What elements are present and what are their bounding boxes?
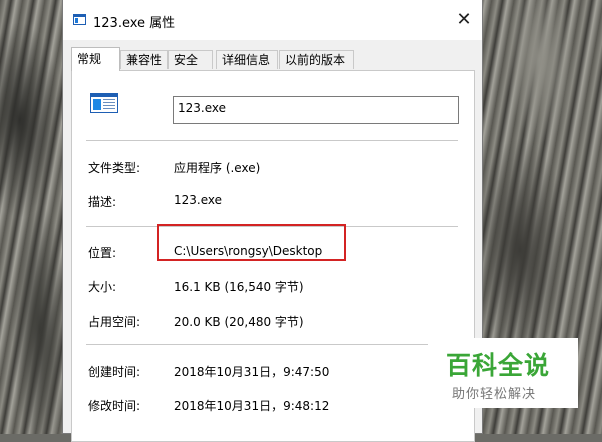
description-value: 123.exe bbox=[174, 193, 223, 207]
modified-value: 2018年10月31日，9:48:12 bbox=[174, 399, 330, 413]
divider bbox=[86, 344, 428, 345]
created-label: 创建时间: bbox=[88, 365, 141, 379]
general-panel: 123.exe 文件类型: 应用程序 (.exe) 描述: 123.exe 位置… bbox=[71, 70, 475, 442]
watermark-logo: 百科全说 助你轻松解决 bbox=[438, 338, 578, 408]
title-bar[interactable]: 123.exe 属性 ✕ bbox=[63, 0, 482, 40]
properties-dialog: 123.exe 属性 ✕ 常规 兼容性 安全 详细信息 以前的版本 123.ex… bbox=[62, 0, 483, 442]
exe-file-icon bbox=[73, 14, 86, 25]
tab-compatibility[interactable]: 兼容性 bbox=[120, 50, 168, 69]
tab-general[interactable]: 常规 bbox=[71, 47, 120, 71]
size-on-disk-value: 20.0 KB (20,480 字节) bbox=[174, 315, 304, 329]
divider bbox=[86, 140, 458, 141]
tab-previous-versions[interactable]: 以前的版本 bbox=[279, 50, 354, 69]
file-type-value: 应用程序 (.exe) bbox=[174, 161, 261, 175]
watermark-subtitle: 助你轻松解决 bbox=[452, 387, 537, 402]
description-label: 描述: bbox=[88, 195, 117, 209]
window-title: 123.exe 属性 bbox=[93, 16, 176, 31]
size-value: 16.1 KB (16,540 字节) bbox=[174, 280, 304, 294]
file-type-label: 文件类型: bbox=[88, 161, 141, 175]
close-button[interactable]: ✕ bbox=[446, 0, 482, 40]
file-name-input[interactable]: 123.exe bbox=[173, 96, 459, 124]
size-on-disk-label: 占用空间: bbox=[88, 315, 141, 329]
location-highlight-box bbox=[157, 224, 346, 261]
tab-security[interactable]: 安全 bbox=[168, 50, 213, 69]
modified-label: 修改时间: bbox=[88, 399, 141, 413]
exe-file-icon bbox=[90, 93, 118, 113]
location-label: 位置: bbox=[88, 246, 117, 260]
tab-details[interactable]: 详细信息 bbox=[216, 50, 278, 69]
watermark-title: 百科全说 bbox=[446, 351, 551, 380]
created-value: 2018年10月31日，9:47:50 bbox=[174, 365, 330, 379]
size-label: 大小: bbox=[88, 280, 117, 294]
